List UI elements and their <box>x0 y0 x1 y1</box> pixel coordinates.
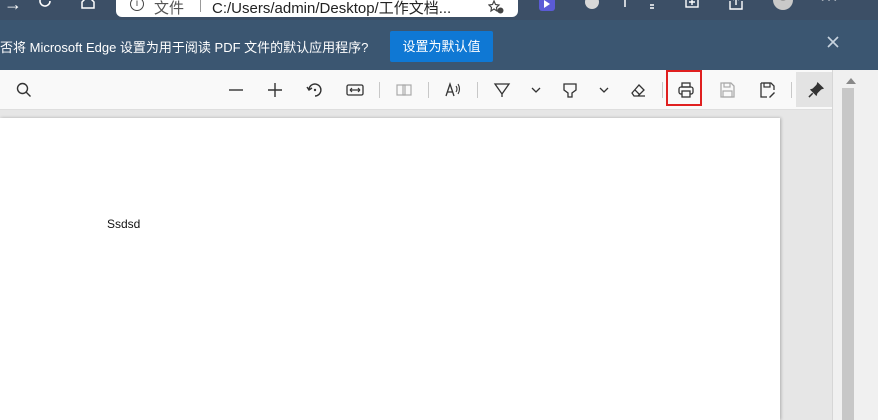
chevron-down-icon <box>531 87 541 93</box>
info-icon[interactable]: i <box>130 0 144 11</box>
close-icon[interactable] <box>825 34 841 50</box>
set-default-button[interactable]: 设置为默认值 <box>390 31 493 62</box>
highlight-button[interactable] <box>558 78 582 102</box>
page-text: Ssdsd <box>107 217 141 231</box>
share-icon[interactable] <box>728 0 746 11</box>
forward-icon[interactable]: → <box>4 0 22 14</box>
search-button[interactable] <box>12 78 36 102</box>
add-tab-icon[interactable] <box>684 0 702 11</box>
pin-icon <box>808 81 825 98</box>
read-aloud-icon <box>445 81 461 97</box>
zoom-out-icon <box>229 89 243 91</box>
rotate-icon <box>306 83 322 97</box>
refresh-icon[interactable] <box>36 0 54 10</box>
page-view-button[interactable] <box>392 78 416 102</box>
more-menu-icon[interactable]: ··· <box>820 0 839 10</box>
draw-button[interactable] <box>490 78 514 102</box>
home-icon[interactable] <box>80 0 96 10</box>
read-aloud-button[interactable] <box>441 78 465 102</box>
eraser-button[interactable] <box>626 78 650 102</box>
address-label: 文件 <box>154 0 185 17</box>
scroll-up-icon[interactable] <box>846 78 856 84</box>
extension-icon[interactable] <box>538 0 556 11</box>
add-favorite-icon[interactable] <box>488 0 504 14</box>
pin-toolbar-button[interactable] <box>796 72 836 107</box>
fit-width-icon <box>346 84 364 96</box>
toolbar-divider <box>379 82 380 98</box>
print-highlight-box <box>666 70 702 106</box>
toolbar-divider <box>662 82 663 98</box>
user-avatar-icon[interactable] <box>772 0 794 11</box>
address-divider <box>200 0 201 12</box>
zoom-out-button[interactable] <box>224 78 248 102</box>
draw-icon <box>493 83 511 97</box>
toolbar-divider <box>791 82 792 98</box>
vertical-scrollbar[interactable] <box>832 70 878 420</box>
scrollbar-thumb[interactable] <box>842 88 854 420</box>
default-app-banner: 否将 Microsoft Edge 设置为用于阅读 PDF 文件的默认应用程序?… <box>0 20 878 70</box>
zoom-in-icon <box>268 83 282 97</box>
pdf-toolbar <box>0 70 832 110</box>
highlight-icon <box>563 83 577 98</box>
scrollbar-edge <box>832 70 833 420</box>
save-button[interactable] <box>715 78 739 102</box>
profile-circle-icon[interactable] <box>583 0 601 11</box>
chevron-down-icon <box>599 87 609 93</box>
fit-width-button[interactable] <box>343 78 367 102</box>
draw-options-button[interactable] <box>524 78 548 102</box>
address-url[interactable]: C:/Users/admin/Desktop/工作文档... <box>212 0 451 18</box>
banner-message: 否将 Microsoft Edge 设置为用于阅读 PDF 文件的默认应用程序? <box>0 40 369 55</box>
toolbar-divider <box>428 82 429 98</box>
pdf-viewer: Ssdsd <box>0 111 832 420</box>
rotate-button[interactable] <box>303 78 327 102</box>
eraser-icon <box>631 84 645 97</box>
address-bar[interactable]: i 文件 C:/Users/admin/Desktop/工作文档... <box>116 0 518 17</box>
save-icon <box>720 82 735 98</box>
highlight-options-button[interactable] <box>592 78 616 102</box>
browser-top-bar: → i 文件 C:/Users/admin/Desktop/工作文档... ··… <box>0 0 878 20</box>
pdf-page[interactable]: Ssdsd <box>0 118 780 420</box>
collections-icon[interactable] <box>622 0 640 11</box>
toolbar-divider <box>477 82 478 98</box>
save-as-icon <box>760 82 775 98</box>
save-as-button[interactable] <box>755 78 779 102</box>
page-view-icon <box>396 84 412 96</box>
zoom-in-button[interactable] <box>263 78 287 102</box>
search-icon <box>16 82 31 97</box>
favorites-icon[interactable] <box>640 0 658 11</box>
